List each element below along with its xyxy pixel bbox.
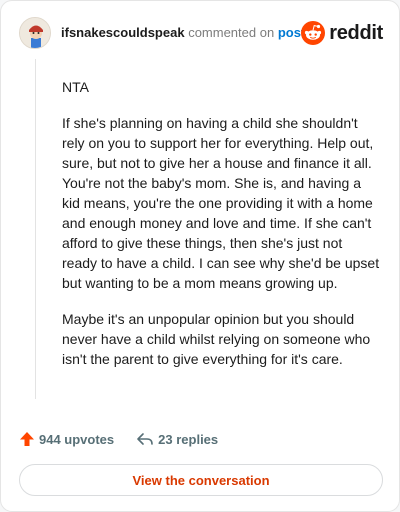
comment-paragraph: NTA [62,79,89,95]
replies-button[interactable]: 23 replies [136,431,218,447]
comment-header: ifsnakescouldspeak commented on post red… [19,17,383,53]
comment-body: NTA If she's planning on having a child … [62,77,380,385]
reddit-brand[interactable]: reddit [301,17,383,49]
view-conversation-button[interactable]: View the conversation [19,464,383,496]
comment-paragraph: Maybe it's an unpopular opinion but you … [62,311,371,367]
user-avatar[interactable] [19,17,51,49]
comment-meta: ifsnakescouldspeak commented on post [61,25,305,40]
upvote-arrow-icon [20,432,34,446]
commented-on-text: commented on [188,25,275,40]
comment-card: ifsnakescouldspeak commented on post red… [0,0,400,512]
upvote-button[interactable]: 944 upvotes [19,431,114,447]
upvote-count: 944 upvotes [39,431,115,447]
comment-actions: 944 upvotes 23 replies [19,429,218,449]
reply-arrow-icon [137,433,153,445]
comment-paragraph: If she's planning on having a child she … [62,115,380,291]
reddit-wordmark: reddit [329,21,383,44]
username-link[interactable]: ifsnakescouldspeak [61,25,185,40]
reply-count: 23 replies [158,431,219,447]
avatar-icon [20,18,50,48]
thread-line [35,59,36,399]
reddit-snoo-icon [301,21,326,45]
